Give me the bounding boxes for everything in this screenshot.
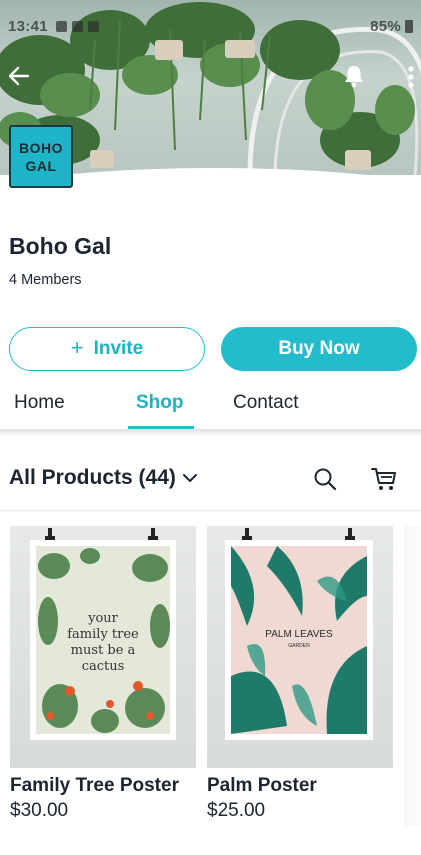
chevron-down-icon: [182, 474, 197, 482]
more-vertical-icon: [408, 66, 414, 88]
group-logo: BOHO GAL: [9, 125, 73, 188]
invite-button[interactable]: + Invite: [9, 327, 205, 371]
product-card[interactable]: PALM LEAVES GARDEN Palm Poster $25.00: [207, 526, 393, 822]
products-filter-dropdown[interactable]: All Products (44): [9, 466, 198, 490]
back-button[interactable]: [6, 64, 32, 88]
search-button[interactable]: [313, 467, 337, 491]
search-icon: [314, 468, 337, 491]
notifications-button[interactable]: [343, 64, 365, 88]
product-name: Family Tree Poster: [10, 775, 179, 796]
status-bar: 13:41 85%: [0, 14, 421, 38]
products-title: All Products (44): [9, 466, 176, 489]
buy-now-button[interactable]: Buy Now: [221, 327, 417, 371]
more-options-button[interactable]: [404, 64, 418, 90]
logo-text-line2: GAL: [25, 157, 57, 174]
product-price: $25.00: [207, 800, 266, 821]
poster-line-2: family tree: [67, 627, 139, 642]
tab-contact[interactable]: Contact: [233, 392, 298, 414]
group-name: Boho Gal: [9, 233, 112, 259]
status-notification-icons: [55, 20, 99, 32]
product-price: $30.00: [10, 800, 69, 821]
back-arrow-icon: [8, 66, 30, 86]
palm-poster-art: PALM LEAVES GARDEN: [225, 528, 373, 740]
tab-shop[interactable]: Shop: [136, 392, 184, 414]
buy-now-label: Buy Now: [278, 338, 360, 359]
cactus-poster-art: your family tree must be a cactus: [30, 528, 176, 740]
logo-text-line1: BOHO: [19, 139, 63, 156]
product-card[interactable]: your family tree must be a cactus Family…: [10, 526, 196, 822]
product-image: your family tree must be a cactus: [10, 526, 196, 768]
tab-home[interactable]: Home: [14, 392, 65, 414]
poster-line-4: cactus: [82, 659, 125, 674]
status-right: 85%: [370, 18, 413, 35]
tab-bar-shadow: [0, 429, 421, 437]
bell-icon: [345, 66, 363, 88]
invite-label: Invite: [93, 338, 144, 359]
divider: [0, 510, 421, 511]
poster-title: PALM LEAVES: [265, 629, 333, 640]
plus-icon: +: [70, 335, 84, 360]
battery-icon: [405, 19, 413, 33]
members-count[interactable]: 4 Members: [9, 272, 82, 288]
tab-bar: Home Shop Contact: [0, 384, 421, 430]
status-time: 13:41: [8, 17, 48, 35]
cart-button[interactable]: [371, 466, 397, 492]
product-name: Palm Poster: [207, 775, 317, 796]
next-product-peek: [404, 526, 421, 826]
poster-line-3: must be a: [71, 643, 136, 658]
battery-percent: 85%: [370, 17, 401, 35]
cart-icon: [371, 468, 396, 490]
product-image: PALM LEAVES GARDEN: [207, 526, 393, 768]
poster-subtitle: GARDEN: [288, 643, 310, 649]
poster-line-1: your: [87, 611, 119, 626]
